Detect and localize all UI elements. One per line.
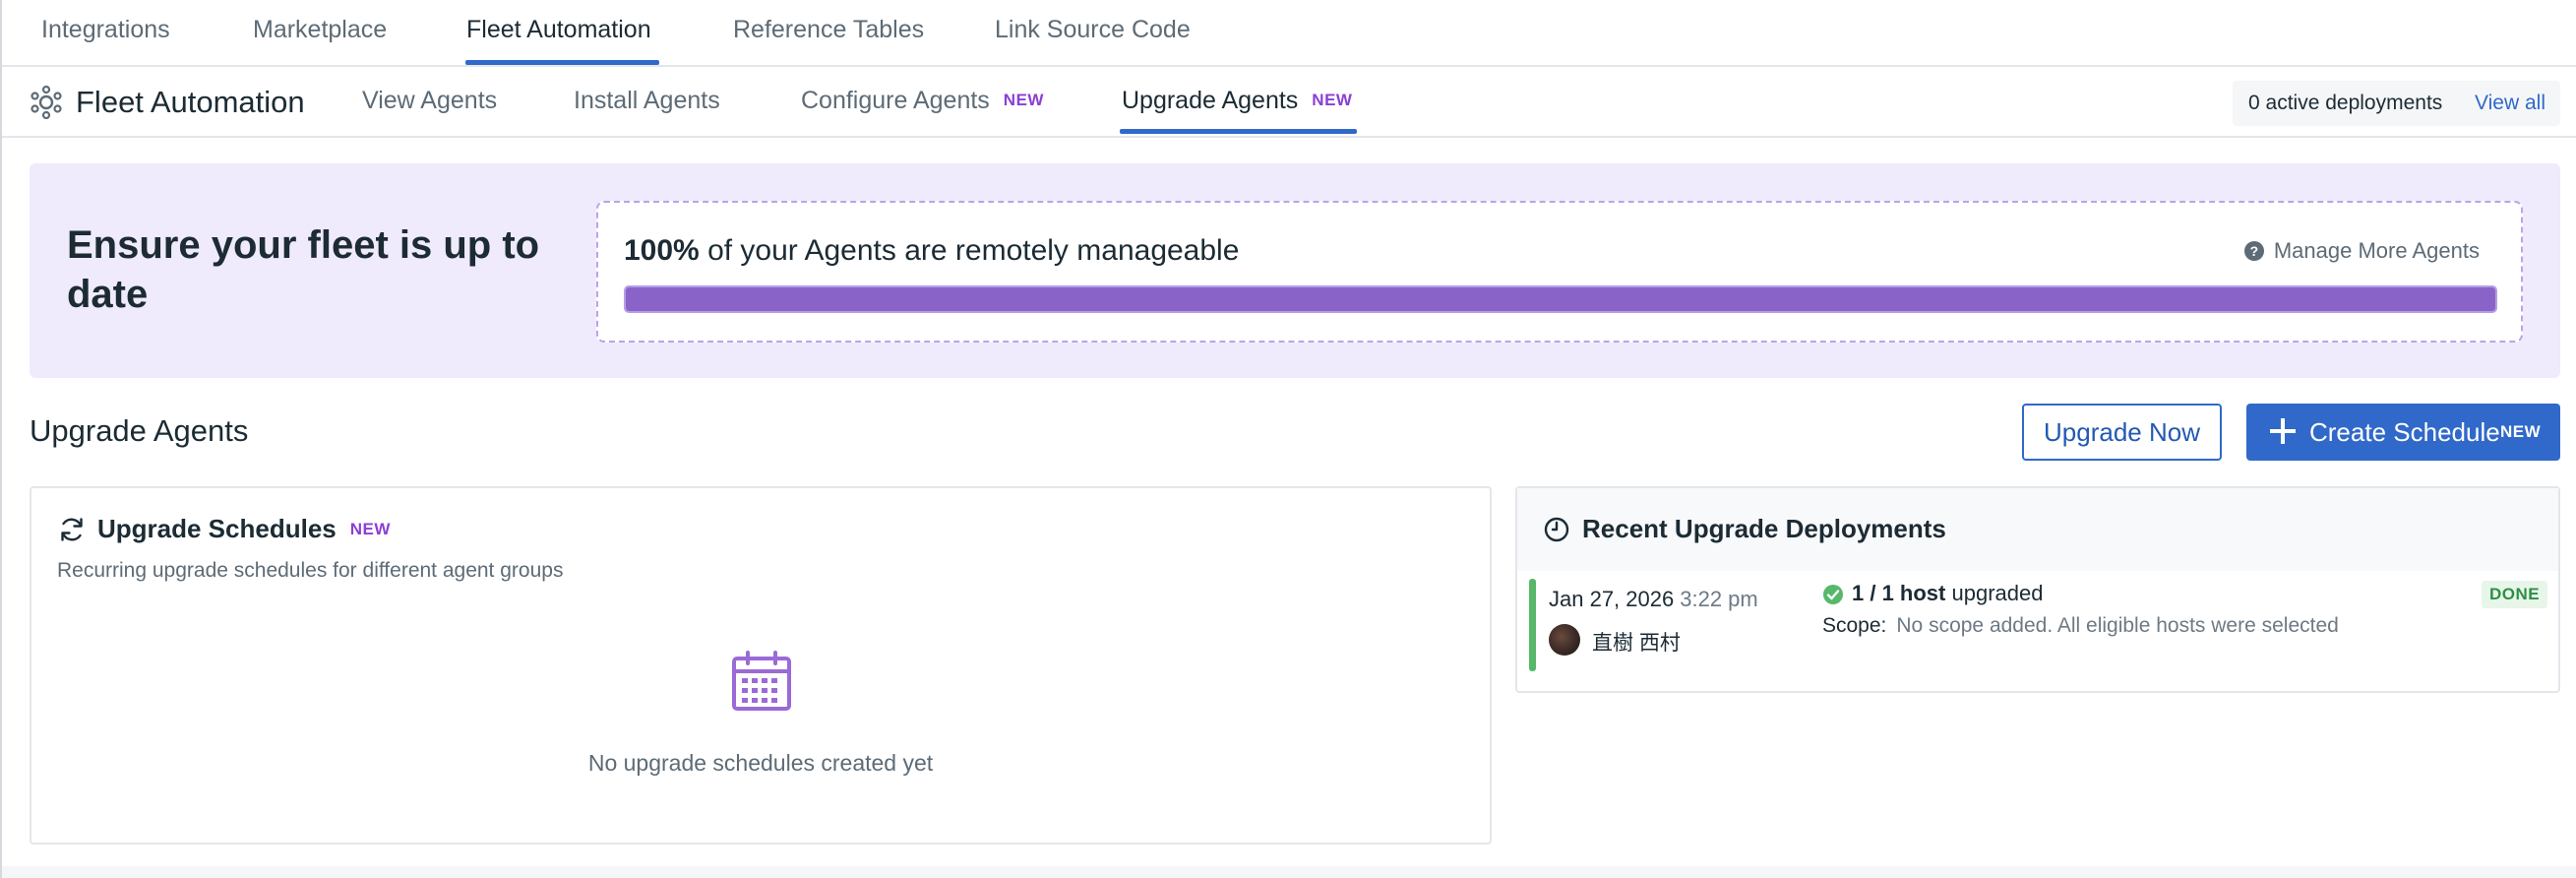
manageable-progress-bar (624, 285, 2497, 313)
tab-label: Upgrade Agents (1122, 87, 1299, 114)
tab-configure-agents[interactable]: Configure Agents NEW (801, 87, 1044, 115)
top-nav: Integrations Marketplace Fleet Automatio… (2, 0, 2576, 67)
gear-network-icon (31, 86, 62, 119)
manageable-percent: 100% (624, 234, 700, 267)
avatar (1549, 624, 1580, 656)
recent-deployments-header: Recent Upgrade Deployments (1517, 488, 2558, 571)
deployment-scope: Scope: No scope added. All eligible hosts… (1822, 614, 2339, 638)
empty-state-text: No upgrade schedules created yet (587, 750, 934, 776)
tab-integrations[interactable]: Integrations (41, 16, 170, 44)
active-deployments-count: 0 active deployments (2248, 92, 2443, 114)
manage-more-agents-link[interactable]: ? Manage More Agents (2243, 238, 2480, 264)
history-clock-icon (1544, 517, 1569, 542)
tab-view-agents[interactable]: View Agents (362, 87, 497, 115)
view-all-link[interactable]: View all (2475, 92, 2545, 115)
active-tab-indicator (465, 60, 659, 65)
progress-fill (626, 287, 2495, 311)
recent-deployments-title: Recent Upgrade Deployments (1582, 514, 1946, 543)
hosts-upgraded: 1 / 1 host upgraded (1852, 581, 2043, 606)
deployment-date-text: Jan 27, 2026 (1549, 587, 1675, 611)
deployment-row[interactable]: Jan 27, 2026 3:22 pm 直樹 西村 1 / 1 host upg… (1517, 571, 2558, 691)
schedules-title: Upgrade Schedules NEW (97, 514, 391, 544)
sub-nav: Fleet Automation View Agents Install Age… (2, 67, 2576, 138)
tab-label: Configure Agents (801, 87, 990, 114)
active-subtab-indicator (1120, 129, 1357, 134)
plus-icon (2268, 416, 2298, 446)
tab-reference-tables[interactable]: Reference Tables (733, 16, 924, 44)
deployment-user: 直樹 西村 (1592, 632, 1681, 655)
tab-install-agents[interactable]: Install Agents (574, 87, 720, 115)
upgrade-now-button[interactable]: Upgrade Now (2022, 404, 2222, 461)
deployment-time: 3:22 pm (1680, 587, 1758, 611)
new-badge: NEW (349, 520, 391, 538)
manage-more-label: Manage More Agents (2273, 238, 2480, 263)
banner-headline: Ensure your fleet is up to date (67, 223, 540, 316)
recent-deployments-card: Recent Upgrade Deployments Jan 27, 2026 3… (1515, 486, 2560, 693)
calendar-icon (732, 651, 791, 711)
page-footer-strip (2, 866, 2576, 878)
hosts-suffix: upgraded (1951, 581, 2044, 605)
scope-label: Scope: (1822, 614, 1887, 637)
schedules-title-text: Upgrade Schedules (97, 514, 337, 543)
tab-label: View Agents (362, 87, 498, 114)
manageable-text: of your Agents are remotely manageable (707, 234, 1240, 267)
scope-value: No scope added. All eligible hosts were … (1896, 614, 2339, 637)
check-circle-icon (1823, 585, 1843, 604)
create-schedule-button[interactable]: Create Schedule NEW (2246, 404, 2560, 461)
manageable-summary: 100% of your Agents are remotely managea… (624, 234, 1239, 268)
section-title: Upgrade Agents (30, 413, 249, 448)
page-title: Fleet Automation (76, 85, 305, 119)
deployment-date: Jan 27, 2026 3:22 pm (1549, 587, 1758, 612)
status-badge: DONE (2482, 581, 2548, 608)
new-badge: NEW (1003, 91, 1044, 109)
tab-link-source-code[interactable]: Link Source Code (995, 16, 1191, 44)
schedules-description: Recurring upgrade schedules for differen… (57, 559, 564, 582)
fleet-banner: Ensure your fleet is up to date 100% of … (30, 163, 2560, 378)
status-bar (1529, 579, 1536, 671)
tab-marketplace[interactable]: Marketplace (253, 16, 387, 44)
tab-fleet-automation[interactable]: Fleet Automation (466, 16, 651, 44)
refresh-icon (61, 518, 83, 541)
new-badge: NEW (2500, 422, 2542, 441)
create-schedule-label: Create Schedule (2309, 417, 2500, 447)
manageable-card: 100% of your Agents are remotely managea… (596, 201, 2523, 343)
tab-label: Install Agents (574, 87, 720, 114)
question-icon: ? (2243, 241, 2264, 261)
upgrade-schedules-card: Upgrade Schedules NEW Recurring upgrade s… (30, 486, 1492, 845)
fleet-automation-page: Integrations Marketplace Fleet Automatio… (0, 0, 2576, 878)
active-deployments-box: 0 active deployments View all (2233, 81, 2560, 126)
new-badge: NEW (1312, 91, 1353, 109)
hosts-count: 1 / 1 host (1852, 581, 1946, 605)
tab-upgrade-agents[interactable]: Upgrade Agents NEW (1122, 87, 1352, 115)
